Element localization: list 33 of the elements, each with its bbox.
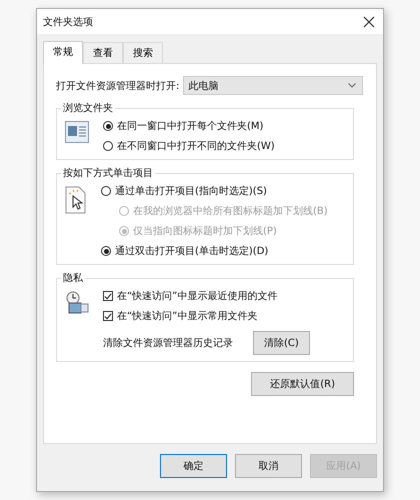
clear-button[interactable]: 清除(C) [253,331,310,355]
option-label: 在“快速访问”中显示常用文件夹 [117,310,258,323]
tab[interactable]: 查看 [83,42,123,63]
checkbox[interactable] [103,311,113,321]
checkbox[interactable] [103,291,113,301]
close-icon[interactable] [363,16,375,28]
radio-button[interactable] [103,121,113,131]
window-icon [65,121,89,143]
option-label: 在不同窗口中打开不同的文件夹(W) [117,140,275,153]
window-title: 文件夹选项 [43,16,93,28]
dialog-button[interactable]: 确定 [160,454,227,478]
field-label: 打开文件资源管理器时打开: [56,80,180,92]
tab[interactable]: 常规 [43,41,83,64]
option-label: 在同一窗口中打开每个文件夹(M) [117,120,264,133]
radio-button[interactable] [101,186,111,196]
option-label: 仅当指向图标标题时加下划线(P) [133,224,277,238]
group-title: 隐私 [62,272,84,285]
cursor-click-icon [65,186,87,214]
tab[interactable]: 搜索 [123,42,163,63]
dropdown[interactable]: 此电脑 [183,76,364,95]
option-label: 通过单击打开项目(指向时选定)(S) [115,184,267,198]
clock-pictures-icon [65,291,89,315]
group-title: 按如下方式单击项目 [62,166,154,180]
restore-defaults-button[interactable]: 还原默认值(R) [251,372,354,396]
clear-history-label: 清除文件资源管理器历史记录 [103,336,233,350]
option-label: 在“快速访问”中显示最近使用的文件 [117,290,278,303]
radio-button[interactable] [101,246,111,256]
option-label: 在我的浏览器中给所有图标标题加下划线(B) [133,204,328,218]
dialog-button[interactable]: 取消 [235,454,302,478]
radio-button[interactable] [103,141,113,151]
group-title: 浏览文件夹 [62,102,114,115]
chevron-icon [348,83,356,88]
option-label: 通过双击打开项目(单击时选定)(D) [115,244,268,258]
